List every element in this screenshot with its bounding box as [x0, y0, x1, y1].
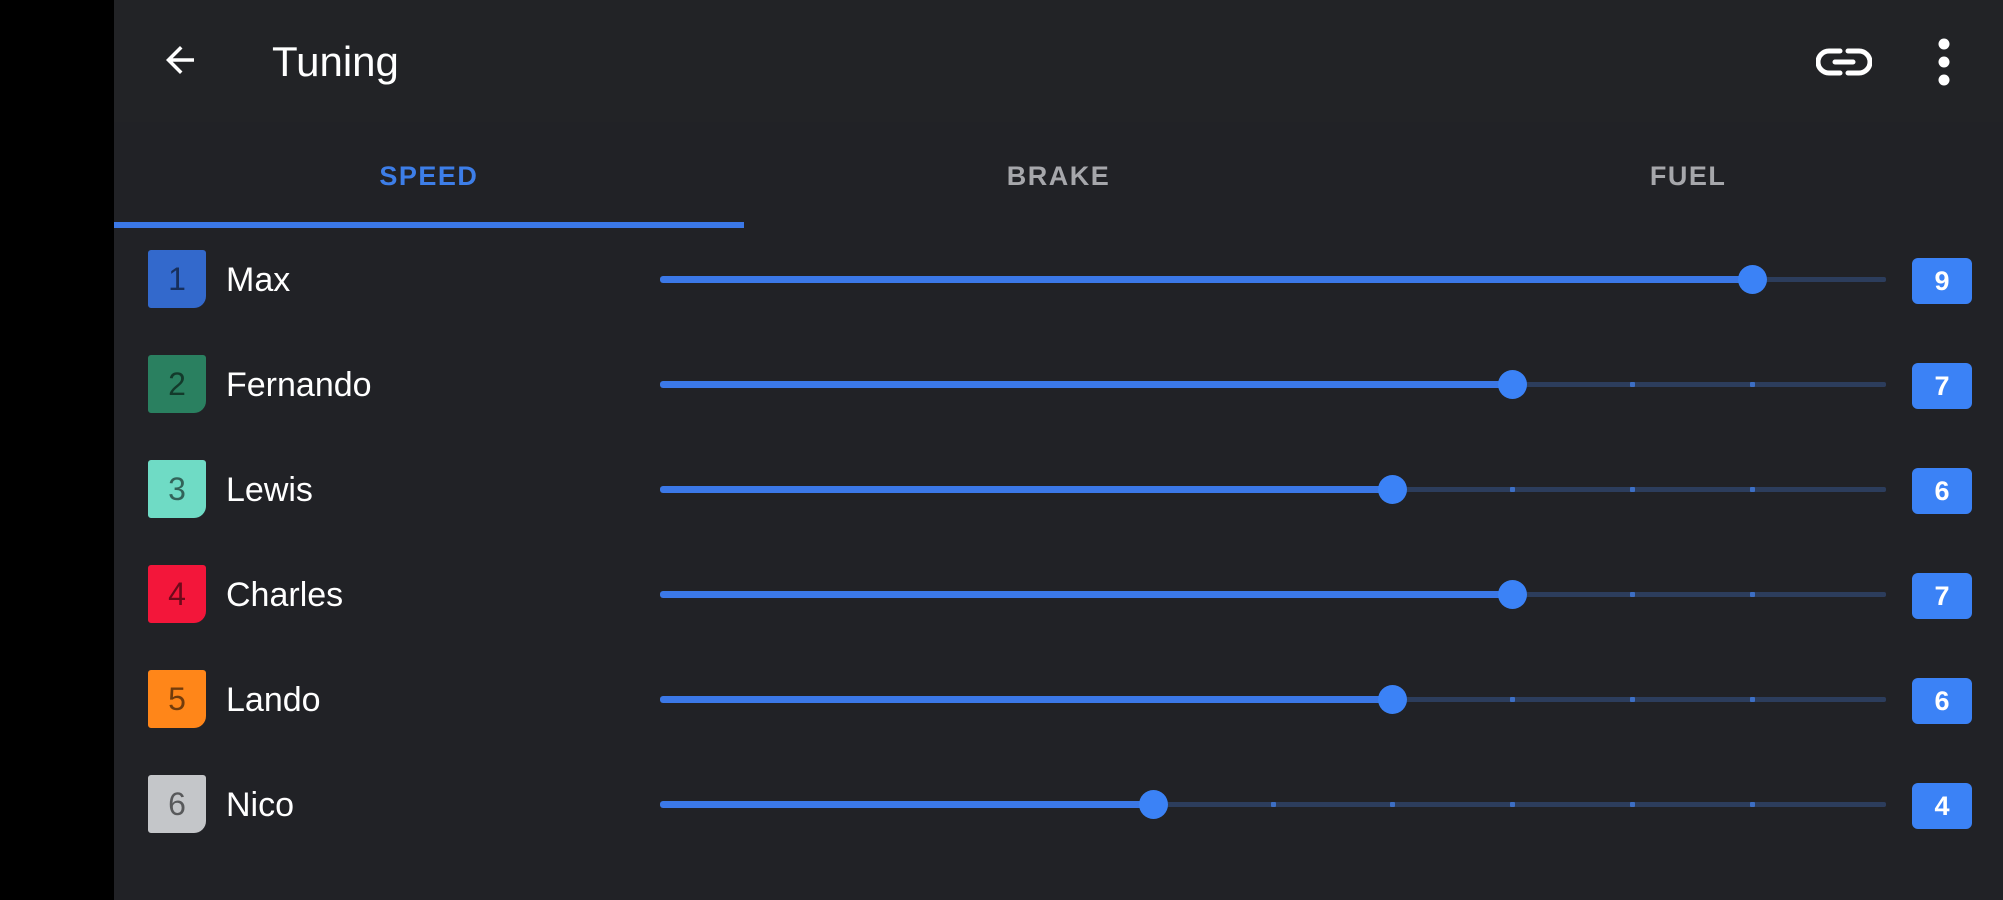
- left-system-bar: [0, 0, 114, 900]
- slider-tick: [1510, 487, 1516, 492]
- slider-thumb[interactable]: [1378, 475, 1408, 504]
- driver-name: Fernando: [226, 366, 372, 404]
- slider-thumb[interactable]: [1737, 265, 1767, 294]
- driver-number-badge: 4: [148, 565, 206, 623]
- slider-fill: [660, 801, 1154, 808]
- driver-number-badge: 3: [148, 460, 206, 518]
- value-box: 7: [1912, 363, 1972, 409]
- driver-name: Lewis: [226, 471, 313, 509]
- driver-row: 5 Lando 6: [114, 648, 2003, 753]
- speed-slider[interactable]: [660, 543, 1886, 648]
- slider-thumb[interactable]: [1498, 580, 1528, 609]
- driver-name: Nico: [226, 786, 295, 824]
- tab-brake[interactable]: BRAKE: [744, 122, 1374, 230]
- screen: Tuning SPEED BRAKE FUEL 1 Max 9 2 Fernan…: [0, 0, 2003, 900]
- driver-number-badge: 2: [148, 355, 206, 413]
- slider-fill: [660, 591, 1513, 598]
- slider-tick: [1629, 592, 1635, 597]
- speed-slider[interactable]: [660, 438, 1886, 543]
- driver-row: 2 Fernando 7: [114, 333, 2003, 438]
- slider-tick: [1270, 802, 1276, 807]
- slider-fill: [660, 276, 1753, 283]
- value-box: 6: [1912, 468, 1972, 514]
- slider-tick: [1629, 802, 1635, 807]
- page-title: Tuning: [272, 38, 399, 85]
- arrow-left-icon: [166, 46, 194, 74]
- slider-thumb[interactable]: [1498, 370, 1528, 399]
- tuning-app: Tuning SPEED BRAKE FUEL 1 Max 9 2 Fernan…: [114, 0, 2003, 900]
- value-box: 4: [1912, 783, 1972, 829]
- driver-name: Max: [226, 261, 291, 299]
- speed-slider[interactable]: [660, 753, 1886, 858]
- slider-tick: [1510, 802, 1516, 807]
- more-vertical-icon: [1938, 38, 1950, 86]
- driver-row: 4 Charles 7: [114, 543, 2003, 648]
- toolbar: Tuning: [114, 0, 2003, 122]
- speed-slider[interactable]: [660, 648, 1886, 753]
- driver-row: 3 Lewis 6: [114, 438, 2003, 543]
- value-box: 6: [1912, 678, 1972, 724]
- driver-name: Charles: [226, 576, 344, 614]
- slider-tick: [1510, 697, 1516, 702]
- slider-tick: [1629, 487, 1635, 492]
- slider-tick: [1629, 697, 1635, 702]
- tab-bar: SPEED BRAKE FUEL: [114, 122, 2003, 230]
- slider-tick: [1749, 802, 1755, 807]
- tab-speed[interactable]: SPEED: [114, 122, 744, 230]
- driver-name: Lando: [226, 681, 321, 719]
- slider-thumb[interactable]: [1138, 790, 1168, 819]
- slider-fill: [660, 696, 1393, 703]
- value-box: 9: [1912, 258, 1972, 304]
- slider-thumb[interactable]: [1378, 685, 1408, 714]
- link-button[interactable]: [1809, 32, 1879, 92]
- speed-slider[interactable]: [660, 333, 1886, 438]
- slider-tick: [1749, 592, 1755, 597]
- more-options-button[interactable]: [1914, 30, 1974, 94]
- link-icon: [1816, 48, 1872, 76]
- speed-slider[interactable]: [660, 228, 1886, 333]
- tab-fuel[interactable]: FUEL: [1373, 122, 2003, 230]
- driver-number-badge: 6: [148, 775, 206, 833]
- driver-row: 1 Max 9: [114, 228, 2003, 333]
- slider-fill: [660, 381, 1513, 388]
- driver-number-badge: 5: [148, 670, 206, 728]
- back-button[interactable]: [150, 30, 210, 90]
- slider-tick: [1749, 697, 1755, 702]
- slider-fill: [660, 486, 1393, 493]
- driver-number-badge: 1: [148, 250, 206, 308]
- slider-tick: [1749, 487, 1755, 492]
- slider-tick: [1629, 382, 1635, 387]
- value-box: 7: [1912, 573, 1972, 619]
- slider-tick: [1390, 802, 1396, 807]
- slider-tick: [1749, 382, 1755, 387]
- driver-row: 6 Nico 4: [114, 753, 2003, 858]
